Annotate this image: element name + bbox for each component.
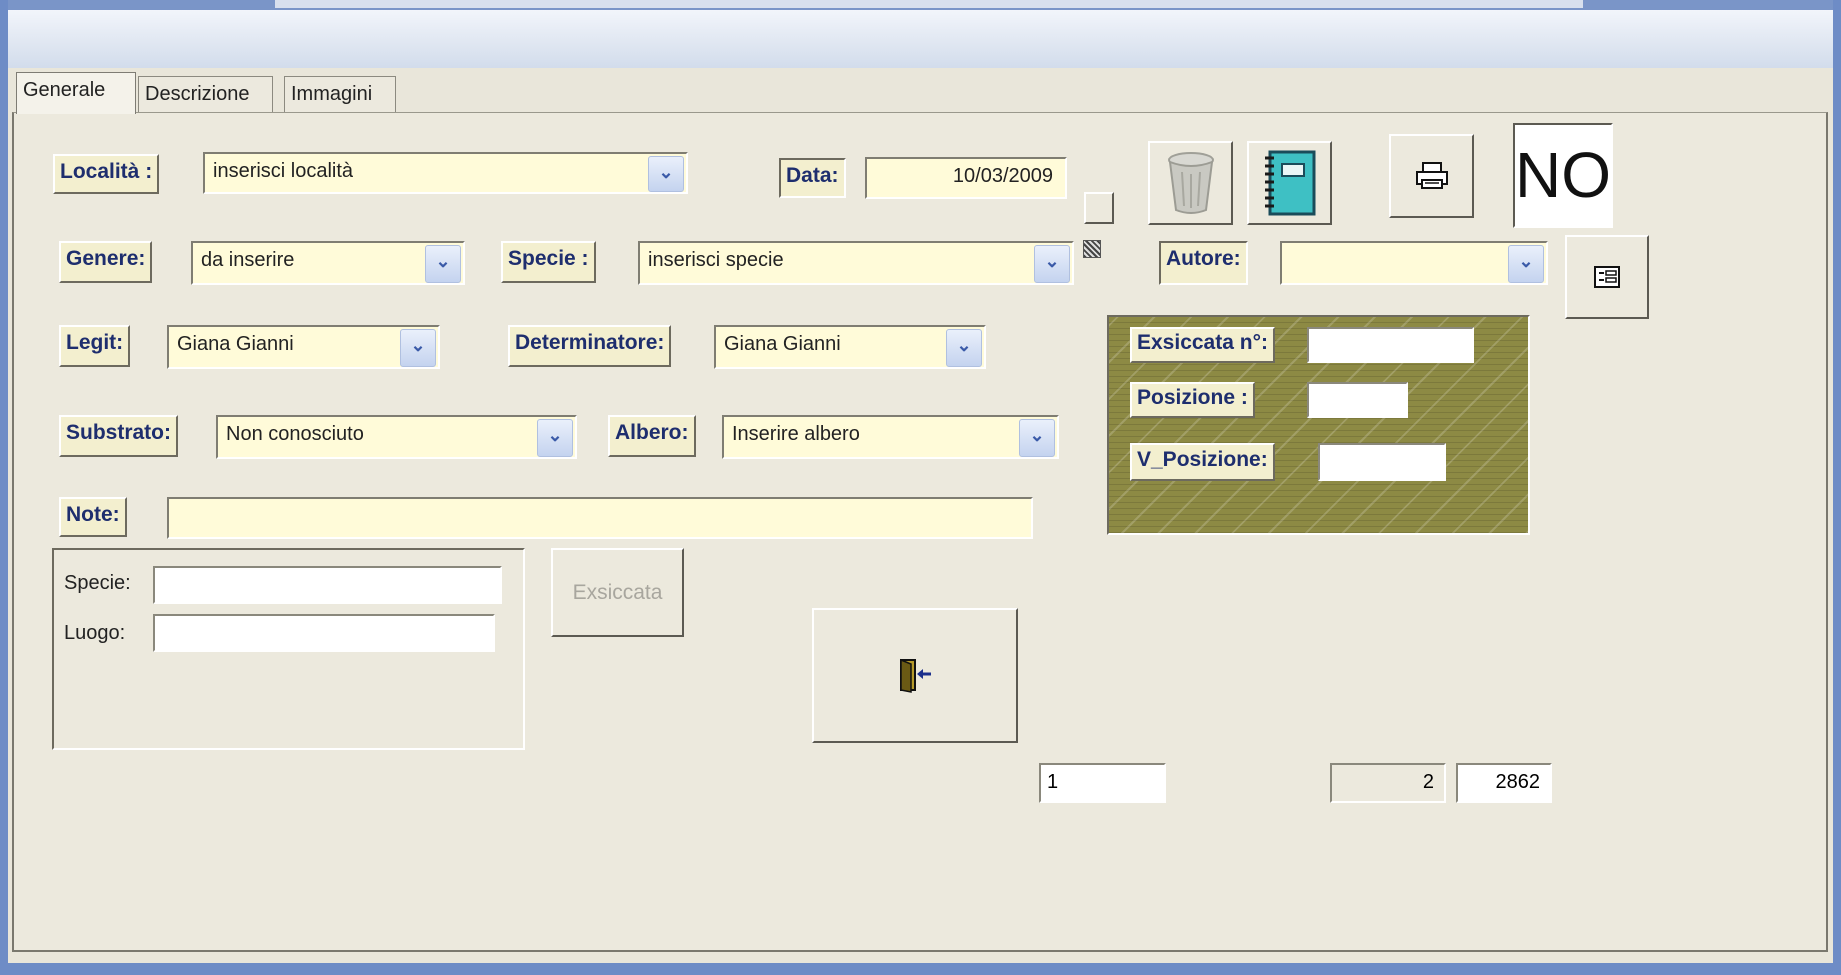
print-button[interactable] — [1389, 134, 1474, 218]
exsiccata-number-label: Exsiccata n°: — [1130, 327, 1275, 363]
notebook-icon — [1264, 150, 1315, 216]
localita-label: Località : — [53, 154, 160, 194]
note-label: Note: — [59, 497, 127, 537]
chevron-down-icon[interactable]: ⌄ — [946, 329, 982, 367]
chevron-down-icon[interactable]: ⌄ — [648, 156, 684, 192]
form-header — [8, 10, 1833, 68]
tab-generale[interactable]: Generale — [16, 72, 136, 114]
localita-combo[interactable]: inserisci località ⌄ — [203, 152, 688, 194]
substrato-label: Substrato: — [59, 415, 178, 457]
notebook-button[interactable] — [1247, 141, 1332, 225]
albero-combo[interactable]: Inserire albero ⌄ — [722, 415, 1059, 459]
exit-button[interactable] — [812, 608, 1018, 743]
legit-value: Giana Gianni — [177, 333, 294, 355]
chevron-down-icon[interactable]: ⌄ — [537, 419, 573, 457]
posizione-field[interactable] — [1307, 382, 1408, 418]
albero-label: Albero: — [608, 415, 696, 457]
search-luogo-field[interactable] — [153, 614, 495, 652]
chevron-down-icon[interactable]: ⌄ — [1019, 419, 1055, 457]
chevron-down-icon[interactable]: ⌄ — [425, 245, 461, 283]
substrato-combo[interactable]: Non conosciuto ⌄ — [216, 415, 577, 459]
v-posizione-label: V_Posizione: — [1130, 443, 1275, 481]
note-field[interactable] — [167, 497, 1033, 539]
exsiccata-number-field[interactable] — [1307, 327, 1474, 363]
trash-icon — [1167, 152, 1214, 214]
window-left-border — [0, 0, 8, 975]
printer-icon — [1415, 162, 1448, 189]
exsiccata-button[interactable]: Exsiccata — [551, 548, 684, 637]
autore-label: Autore: — [1159, 241, 1248, 285]
status-flag: NO — [1513, 123, 1613, 228]
exit-door-icon — [900, 658, 931, 693]
albero-value: Inserire albero — [732, 423, 860, 445]
legit-combo[interactable]: Giana Gianni ⌄ — [167, 325, 440, 369]
search-specie-label: Specie: — [64, 572, 131, 594]
localita-value: inserisci località — [213, 160, 354, 182]
record-field[interactable]: 1 — [1039, 763, 1166, 803]
total-records: 2862 — [1456, 763, 1552, 803]
exsiccata-button-label: Exsiccata — [572, 580, 663, 604]
form-icon — [1594, 266, 1620, 288]
determinatore-combo[interactable]: Giana Gianni ⌄ — [714, 325, 986, 369]
data-label: Data: — [779, 158, 846, 198]
autore-combo[interactable]: ⌄ — [1280, 241, 1548, 285]
genere-value: da inserire — [201, 249, 295, 271]
search-luogo-label: Luogo: — [64, 622, 126, 644]
pattern-indicator — [1083, 240, 1101, 258]
tab-immagini[interactable]: Immagini — [284, 76, 396, 112]
substrato-value: Non conosciuto — [226, 423, 364, 445]
chevron-down-icon[interactable]: ⌄ — [1508, 245, 1544, 283]
window-title-area — [275, 0, 1583, 8]
determinatore-value: Giana Gianni — [724, 333, 841, 355]
chevron-down-icon[interactable]: ⌄ — [1034, 245, 1070, 283]
window-bottom-border — [0, 963, 1841, 975]
tab-descrizione[interactable]: Descrizione — [138, 76, 273, 112]
determinatore-label: Determinatore: — [508, 325, 672, 367]
posizione-label: Posizione : — [1130, 382, 1255, 418]
genere-combo[interactable]: da inserire ⌄ — [191, 241, 465, 285]
v-posizione-field[interactable] — [1318, 443, 1446, 481]
small-toggle-button[interactable] — [1084, 192, 1114, 224]
specie-label: Specie : — [501, 241, 596, 283]
open-form-button[interactable] — [1565, 235, 1649, 319]
legit-label: Legit: — [59, 325, 131, 367]
specie-combo[interactable]: inserisci specie ⌄ — [638, 241, 1074, 285]
delete-button[interactable] — [1148, 141, 1233, 225]
data-field[interactable]: 10/03/2009 — [865, 157, 1067, 199]
current-record: 2 — [1330, 763, 1446, 803]
search-specie-field[interactable] — [153, 566, 502, 604]
window-right-border — [1833, 0, 1841, 975]
specie-value: inserisci specie — [648, 249, 784, 271]
genere-label: Genere: — [59, 241, 153, 283]
chevron-down-icon[interactable]: ⌄ — [400, 329, 436, 367]
